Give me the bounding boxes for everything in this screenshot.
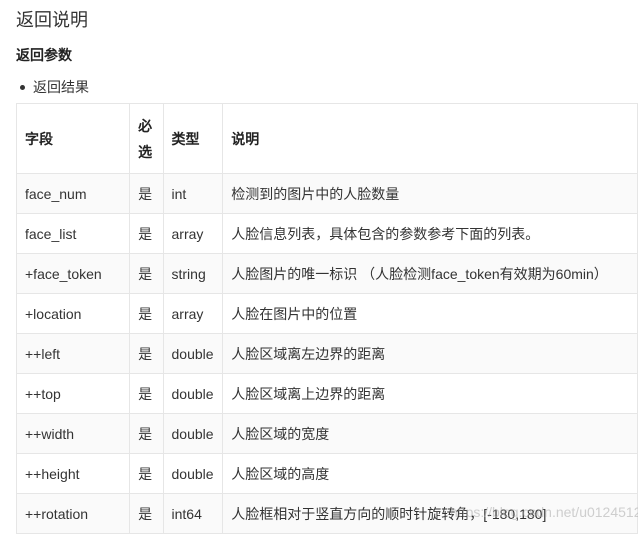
cell-type: int — [162, 173, 224, 214]
cell-field: ++width — [15, 413, 131, 454]
cell-field: +location — [15, 293, 131, 334]
cell-description: 人脸在图片中的位置 — [222, 293, 638, 334]
cell-field: ++height — [15, 453, 131, 494]
header-required-line1: 必 — [138, 117, 153, 134]
cell-required: 是 — [129, 173, 164, 214]
header-description: 说明 — [222, 103, 638, 174]
cell-description: 人脸信息列表，具体包含的参数参考下面的列表。 — [222, 213, 638, 254]
table-body: face_num 是 int 检测到的图片中的人脸数量 face_list 是 array 人… — [15, 173, 638, 534]
cell-required: 是 — [129, 253, 164, 294]
cell-type: int64 — [162, 493, 224, 534]
watermark: https://blog.csdn.net/u012451251 — [450, 504, 638, 520]
cell-description: 人脸图片的唯一标识 （人脸检测face_token有效期为60min） — [222, 253, 638, 294]
cell-required: 是 — [129, 213, 164, 254]
cell-type: string — [162, 253, 224, 294]
cell-field: face_list — [15, 213, 131, 254]
params-table: 字段 必选 类型 说明 face_num 是 int 检测到的图片中的人脸数量 face… — [15, 103, 638, 534]
header-field: 字段 — [15, 103, 131, 174]
cell-type: double — [162, 413, 224, 454]
cell-field: ++top — [15, 373, 131, 414]
cell-required: 是 — [129, 293, 164, 334]
cell-required: 是 — [129, 333, 164, 374]
cell-required: 是 — [129, 453, 164, 494]
cell-type: double — [162, 333, 224, 374]
bullet-dot-icon — [20, 84, 25, 90]
table-header-row: 字段 必选 类型 说明 — [15, 103, 638, 174]
cell-field: ++rotation — [15, 493, 131, 534]
table-row: ++height 是 double 人脸区域的高度 — [15, 453, 638, 494]
cell-description: 人脸区域的宽度 — [222, 413, 638, 454]
cell-type: array — [162, 293, 224, 334]
cell-field: ++left — [15, 333, 131, 374]
cell-description: 人脸区域离上边界的距离 — [222, 373, 638, 414]
cell-type: array — [162, 213, 224, 254]
cell-type: double — [162, 453, 224, 494]
cell-type: double — [162, 373, 224, 414]
table-row: +location 是 array 人脸在图片中的位置 — [15, 293, 638, 334]
table-row: face_num 是 int 检测到的图片中的人脸数量 — [15, 173, 638, 214]
table-row: +face_token 是 string 人脸图片的唯一标识 （人脸检测face_to… — [15, 253, 638, 294]
header-required: 必选 — [129, 103, 164, 174]
header-type: 类型 — [162, 103, 224, 174]
cell-description: 人脸区域离左边界的距离 — [222, 333, 638, 374]
cell-description: 检测到的图片中的人脸数量 — [222, 173, 638, 214]
table-row: ++width 是 double 人脸区域的宽度 — [15, 413, 638, 454]
cell-required: 是 — [129, 373, 164, 414]
cell-description: 人脸区域的高度 — [222, 453, 638, 494]
cell-required: 是 — [129, 413, 164, 454]
table-row: ++top 是 double 人脸区域离上边界的距离 — [15, 373, 638, 414]
bullet-label: 返回结果 — [33, 79, 89, 95]
section-subtitle: 返回参数 — [16, 47, 72, 63]
table-row: face_list 是 array 人脸信息列表，具体包含的参数参考下面的列表。 — [15, 213, 638, 254]
cell-field: face_num — [15, 173, 131, 214]
section-title: 返回说明 — [16, 10, 88, 30]
table-row: ++left 是 double 人脸区域离左边界的距离 — [15, 333, 638, 374]
header-required-line2: 选 — [138, 143, 153, 160]
cell-field: +face_token — [15, 253, 131, 294]
cell-required: 是 — [129, 493, 164, 534]
bullet-item: 返回结果 — [20, 77, 89, 97]
